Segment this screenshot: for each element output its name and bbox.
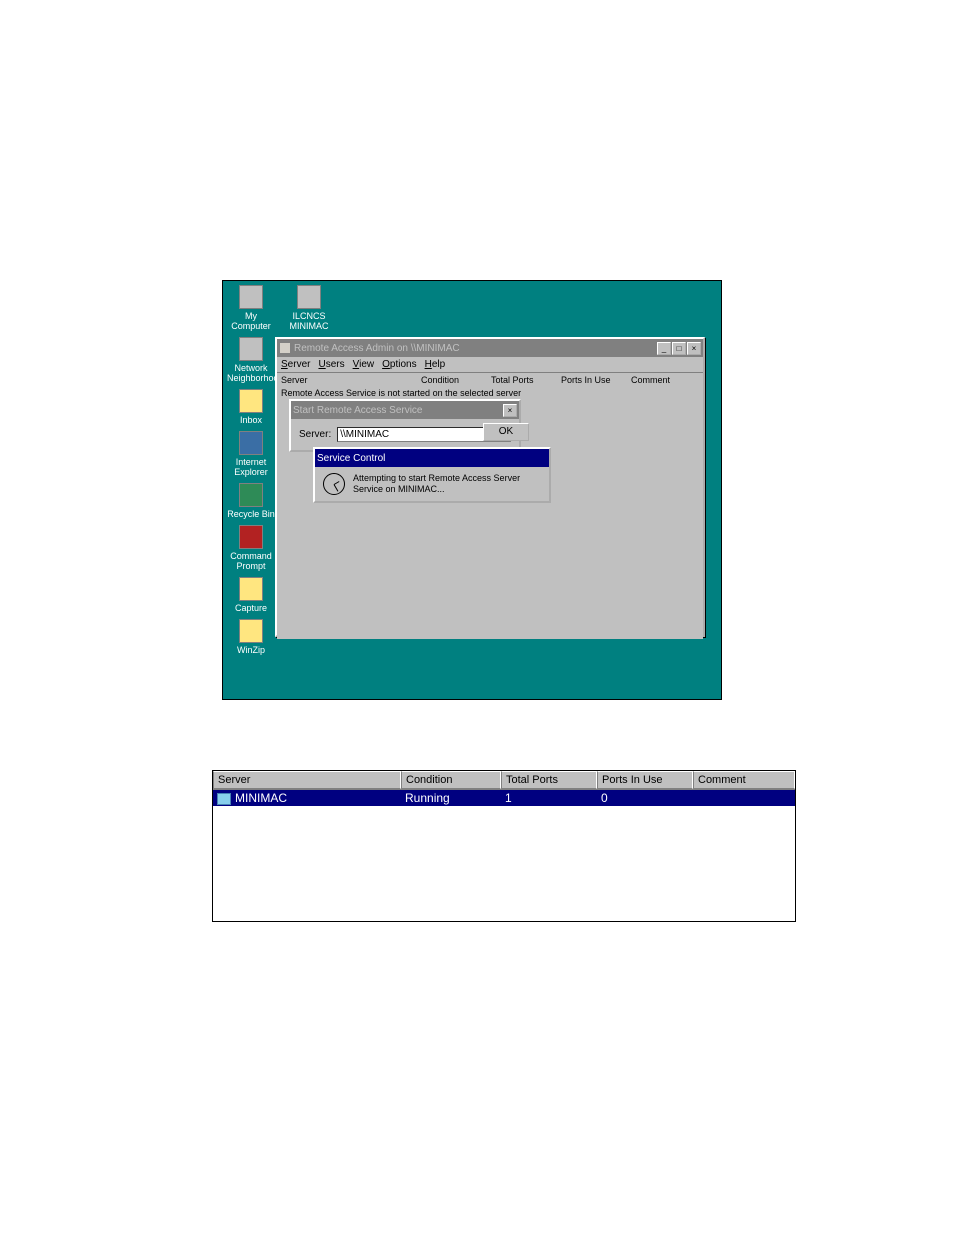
- desktop-icon-label: My Computer: [227, 311, 275, 331]
- raa-body: Start Remote Access Service × Server: OK…: [277, 399, 703, 639]
- start-dialog-title: Start Remote Access Service: [293, 405, 502, 416]
- table-row[interactable]: MINIMAC Running 1 0: [213, 790, 795, 806]
- raa-header-condition: Condition: [421, 375, 491, 385]
- cell-comment: [693, 790, 795, 806]
- menu-users[interactable]: Users: [318, 359, 344, 370]
- close-button[interactable]: ×: [687, 342, 701, 355]
- server-label: Server:: [299, 429, 331, 440]
- minimize-button[interactable]: _: [657, 342, 671, 355]
- server-status-table: Server Condition Total Ports Ports In Us…: [212, 770, 796, 922]
- raa-title-text: Remote Access Admin on \\MINIMAC: [294, 343, 656, 354]
- desktop-icon-ilcncs-minimac[interactable]: ILCNCS MINIMAC: [285, 285, 333, 331]
- menu-help[interactable]: Help: [425, 359, 446, 370]
- col-header-comment[interactable]: Comment: [693, 771, 795, 789]
- app-icon: [279, 342, 291, 354]
- desktop-icons-col2: ILCNCS MINIMAC: [285, 285, 333, 337]
- menu-options[interactable]: Options: [382, 359, 416, 370]
- svc-dialog-body: Attempting to start Remote Access Server…: [315, 467, 549, 501]
- desktop-icon-label: Inbox: [227, 415, 275, 425]
- desktop-icon-label: Internet Explorer: [227, 457, 275, 477]
- ok-button[interactable]: OK: [483, 423, 529, 441]
- desktop-icon-capture[interactable]: Capture: [227, 577, 275, 613]
- cell-server-text: MINIMAC: [235, 791, 287, 805]
- desktop-icon-internet-explorer[interactable]: Internet Explorer: [227, 431, 275, 477]
- desktop-icon-label: Capture: [227, 603, 275, 613]
- maximize-button[interactable]: □: [672, 342, 686, 355]
- cell-ports-in-use: 0: [597, 790, 693, 806]
- desktop-icon-inbox[interactable]: Inbox: [227, 389, 275, 425]
- service-control-dialog: Service Control Attempting to start Remo…: [313, 447, 551, 503]
- raa-titlebar[interactable]: Remote Access Admin on \\MINIMAC _ □ ×: [277, 339, 703, 357]
- desktop-icon-winzip[interactable]: WinZip: [227, 619, 275, 655]
- desktop-icon-recycle-bin[interactable]: Recycle Bin: [227, 483, 275, 519]
- start-dialog-close-button[interactable]: ×: [503, 404, 517, 417]
- desktop-icon-label: Network Neighborhood: [227, 363, 275, 383]
- remote-access-admin-window: Remote Access Admin on \\MINIMAC _ □ × S…: [275, 337, 705, 637]
- raa-status-line: Remote Access Service is not started on …: [277, 387, 703, 399]
- desktop-screenshot: My Computer Network Neighborhood Inbox I…: [222, 280, 722, 700]
- raa-header-ports-in-use: Ports In Use: [561, 375, 631, 385]
- raa-header-server: Server: [281, 375, 421, 385]
- raa-header-comment: Comment: [631, 375, 699, 385]
- clock-icon: [323, 473, 345, 495]
- col-header-total-ports[interactable]: Total Ports: [501, 771, 597, 789]
- svc-dialog-titlebar[interactable]: Service Control: [315, 449, 549, 467]
- svc-dialog-message: Attempting to start Remote Access Server…: [353, 473, 541, 495]
- server-icon: [217, 793, 231, 805]
- desktop-icons-col1: My Computer Network Neighborhood Inbox I…: [227, 285, 275, 661]
- desktop-icon-label: ILCNCS MINIMAC: [285, 311, 333, 331]
- cell-total-ports: 1: [501, 790, 597, 806]
- server-table-header: Server Condition Total Ports Ports In Us…: [213, 771, 795, 790]
- col-header-condition[interactable]: Condition: [401, 771, 501, 789]
- desktop-icon-network-neighborhood[interactable]: Network Neighborhood: [227, 337, 275, 383]
- col-header-server[interactable]: Server: [213, 771, 401, 789]
- desktop-icon-my-computer[interactable]: My Computer: [227, 285, 275, 331]
- desktop-icon-label: Recycle Bin: [227, 509, 275, 519]
- raa-menubar: Server Users View Options Help: [277, 357, 703, 372]
- svc-dialog-title: Service Control: [317, 453, 547, 464]
- desktop-icon-label: WinZip: [227, 645, 275, 655]
- start-dialog-titlebar[interactable]: Start Remote Access Service ×: [291, 401, 519, 419]
- col-header-ports-in-use[interactable]: Ports In Use: [597, 771, 693, 789]
- desktop-icon-label: Command Prompt: [227, 551, 275, 571]
- menu-server[interactable]: Server: [281, 359, 310, 370]
- start-service-dialog: Start Remote Access Service × Server: OK: [289, 399, 521, 452]
- menu-view[interactable]: View: [353, 359, 375, 370]
- desktop-icon-command-prompt[interactable]: Command Prompt: [227, 525, 275, 571]
- cell-condition: Running: [401, 790, 501, 806]
- cell-server: MINIMAC: [213, 790, 401, 806]
- raa-column-headers: Server Condition Total Ports Ports In Us…: [277, 372, 703, 387]
- raa-header-total-ports: Total Ports: [491, 375, 561, 385]
